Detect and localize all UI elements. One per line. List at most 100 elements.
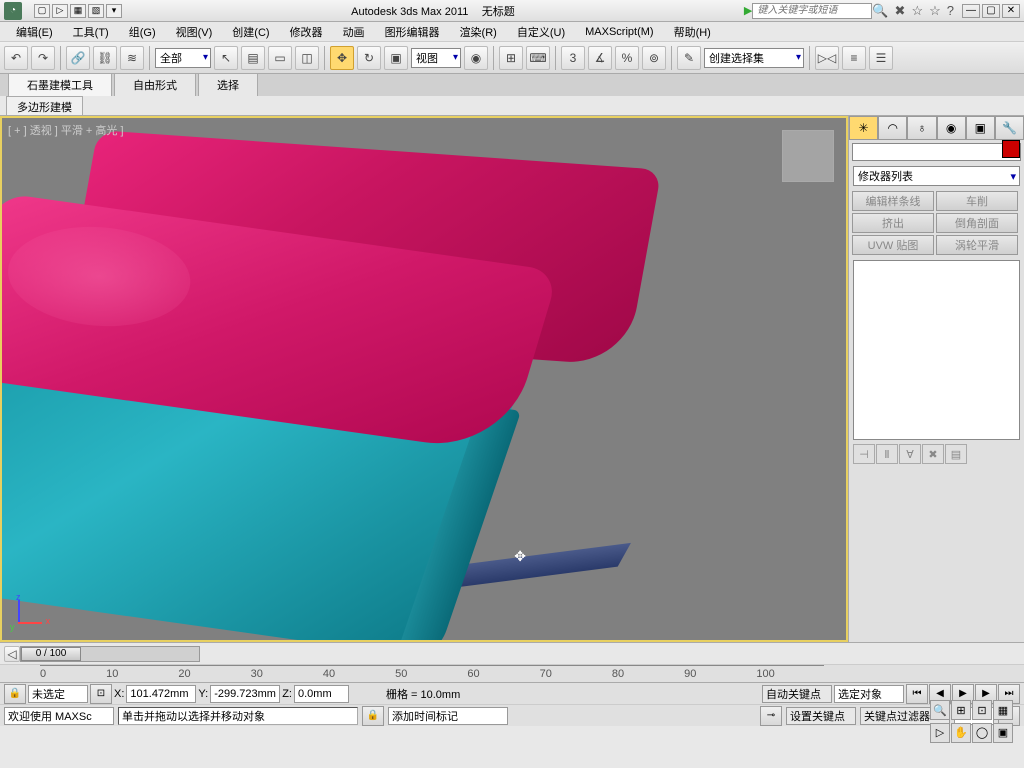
star-icon[interactable]: ☆ [911,3,923,19]
menu-grapheditors[interactable]: 图形编辑器 [377,22,448,42]
link-button[interactable]: 🔗 [66,46,90,70]
layers-button[interactable]: ☰ [869,46,893,70]
autokey-button[interactable]: 自动关键点 [762,685,832,703]
wrench-icon[interactable]: ✖ [895,3,906,19]
x-field[interactable]: 101.472mm [126,685,196,703]
z-field[interactable]: 0.0mm [294,685,349,703]
add-time-tag[interactable]: 添加时间标记 [388,707,508,725]
percent-snap-button[interactable]: % [615,46,639,70]
help-icon[interactable]: ? [947,3,954,18]
mod-btn-extrude[interactable]: 挤出 [852,213,934,233]
cmd-tab-modify[interactable]: ◠ [878,116,907,140]
snap-toggle-button[interactable]: 3 [561,46,585,70]
lock-selection-icon[interactable]: 🔒 [4,684,26,704]
keyboard-shortcut-button[interactable]: ⌨ [526,46,550,70]
make-unique-icon[interactable]: ∀ [899,444,921,464]
undo-button[interactable]: ↶ [4,46,28,70]
minimize-button[interactable]: — [962,4,980,18]
cmd-tab-hierarchy[interactable]: ♁ [907,116,936,140]
maxscript-listener[interactable]: 欢迎使用 MAXSc [4,707,114,725]
unlink-button[interactable]: ⛓ [93,46,117,70]
subtab-polymodel[interactable]: 多边形建模 [6,96,83,115]
named-sel-edit-button[interactable]: ✎ [677,46,701,70]
angle-snap-button[interactable]: ∡ [588,46,612,70]
mod-btn-turbosmooth[interactable]: 涡轮平滑 [936,235,1018,255]
tab-graphite[interactable]: 石墨建模工具 [8,73,112,96]
tab-selection[interactable]: 选择 [198,73,258,96]
modifier-list[interactable]: 修改器列表 [853,166,1020,186]
timetag-lock-icon[interactable]: 🔒 [362,706,384,726]
menu-create[interactable]: 创建(C) [224,22,277,42]
binoculars-icon[interactable]: 🔍 [872,3,888,19]
mod-btn-lathe[interactable]: 车削 [936,191,1018,211]
menu-rendering[interactable]: 渲染(R) [452,22,505,42]
pan-icon[interactable]: ✋ [951,723,971,743]
show-end-result-icon[interactable]: Ⅱ [876,444,898,464]
object-color-swatch[interactable] [1002,140,1020,158]
object-name-field[interactable] [852,143,1021,161]
named-selection-sets[interactable]: 创建选择集 [704,48,804,68]
zoom-extents-all-icon[interactable]: ▦ [993,700,1013,720]
menu-help[interactable]: 帮助(H) [666,22,719,42]
time-ruler[interactable]: 0 10 20 30 40 50 60 70 80 90 100 [0,664,1024,682]
menu-maxscript[interactable]: MAXScript(M) [577,24,661,40]
bind-button[interactable]: ≋ [120,46,144,70]
mod-btn-editspline[interactable]: 编辑样条线 [852,191,934,211]
rect-select-button[interactable]: ▭ [268,46,292,70]
move-button[interactable]: ✥ [330,46,354,70]
save-icon[interactable]: ▦ [70,4,86,18]
fov-icon[interactable]: ▷ [930,723,950,743]
modifier-stack[interactable] [853,260,1020,440]
window-crossing-button[interactable]: ◫ [295,46,319,70]
redo-title-icon[interactable]: ▾ [106,4,122,18]
cmd-tab-create[interactable]: ✳ [849,116,878,140]
new-icon[interactable]: ▢ [34,4,50,18]
remove-mod-icon[interactable]: ✖ [922,444,944,464]
selection-filter[interactable]: 全部 [155,48,211,68]
menu-group[interactable]: 组(G) [121,22,164,42]
app-icon[interactable]: ◔ [4,2,22,20]
menu-tools[interactable]: 工具(T) [65,22,117,42]
menu-customize[interactable]: 自定义(U) [509,22,573,42]
spinner-snap-button[interactable]: ⊚ [642,46,666,70]
isolate-icon[interactable]: ⊡ [90,684,112,704]
menu-animation[interactable]: 动画 [335,22,373,42]
undo-title-icon[interactable]: ▧ [88,4,104,18]
timeslider-prev[interactable]: ◁ [4,646,20,662]
select-name-button[interactable]: ▤ [241,46,265,70]
menu-modifiers[interactable]: 修改器 [282,22,331,42]
time-slider-track[interactable]: 0 / 100 [20,646,200,662]
viewcube[interactable] [782,130,834,182]
rotate-button[interactable]: ↻ [357,46,381,70]
configure-sets-icon[interactable]: ▤ [945,444,967,464]
cmd-tab-motion[interactable]: ◉ [937,116,966,140]
mirror-button[interactable]: ▷◁ [815,46,839,70]
close-button[interactable]: ✕ [1002,4,1020,18]
pin-stack-icon[interactable]: ⊣ [853,444,875,464]
viewport[interactable]: [ + ] 透视 ] 平滑 + 高光 ] ✥ zxy [0,116,848,642]
maximize-button[interactable]: ▢ [982,4,1000,18]
maximize-viewport-icon[interactable]: ▣ [993,723,1013,743]
time-slider-thumb[interactable]: 0 / 100 [21,647,81,661]
setkey-button[interactable]: 设置关键点 [786,707,856,725]
select-button[interactable]: ↖ [214,46,238,70]
menu-view[interactable]: 视图(V) [168,22,221,42]
cmd-tab-display[interactable]: ▣ [966,116,995,140]
scale-button[interactable]: ▣ [384,46,408,70]
align-button[interactable]: ≡ [842,46,866,70]
ref-coord[interactable]: 视图 [411,48,461,68]
open-icon[interactable]: ▷ [52,4,68,18]
selobj-combo[interactable]: 选定对象 [834,685,904,703]
zoom-all-icon[interactable]: ⊞ [951,700,971,720]
manipulate-button[interactable]: ⊞ [499,46,523,70]
cmd-tab-utilities[interactable]: 🔧 [995,116,1024,140]
favorite-icon[interactable]: ☆ [929,3,941,19]
y-field[interactable]: -299.723mm [210,685,280,703]
goto-start-icon[interactable]: ⏮ [906,684,928,704]
viewport-label[interactable]: [ + ] 透视 ] 平滑 + 高光 ] [8,122,124,138]
menu-edit[interactable]: 编辑(E) [8,22,61,42]
mod-btn-bevelprofile[interactable]: 倒角剖面 [936,213,1018,233]
orbit-icon[interactable]: ◯ [972,723,992,743]
pivot-button[interactable]: ◉ [464,46,488,70]
setkey-large-icon[interactable]: ⊸ [760,706,782,726]
